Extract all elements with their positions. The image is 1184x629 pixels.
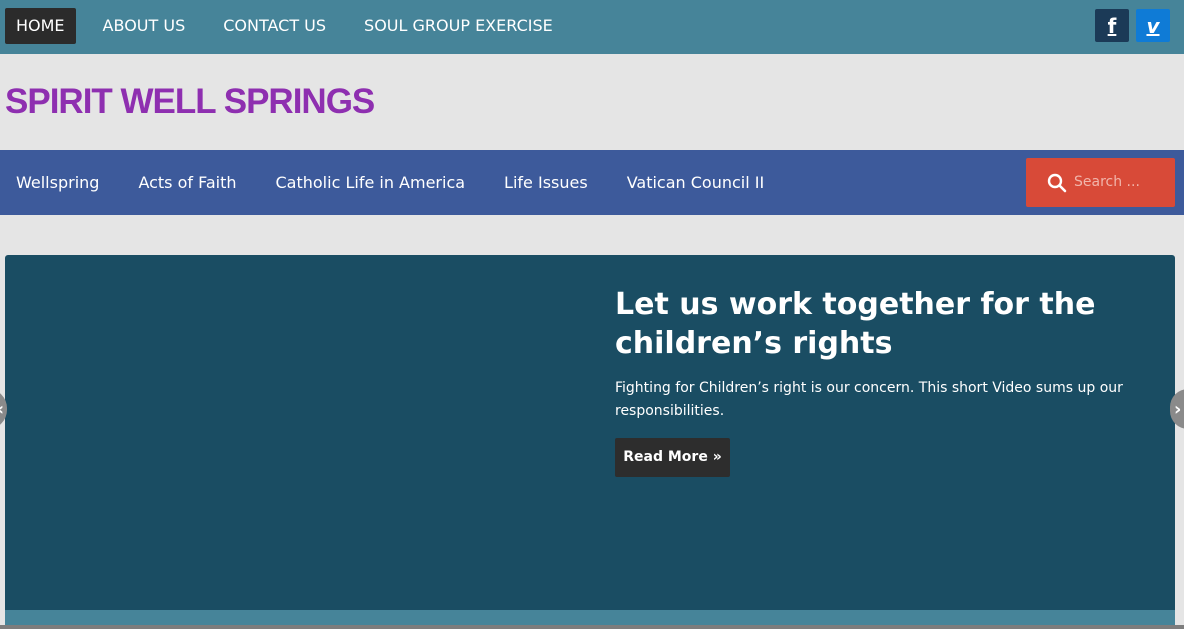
main-nav: Wellspring Acts of Faith Catholic Life i…: [0, 150, 1184, 215]
search-input[interactable]: [1074, 170, 1166, 194]
slide-title: Let us work together for the children’s …: [615, 287, 1096, 361]
search-box[interactable]: [1026, 158, 1175, 207]
top-nav: HOME ABOUT US CONTACT US SOUL GROUP EXER…: [5, 8, 580, 44]
main-nav-wellspring[interactable]: Wellspring: [0, 150, 115, 215]
page-bottom-edge: [0, 625, 1184, 629]
top-nav-home[interactable]: HOME: [5, 8, 76, 44]
site-header: SPIRIT WELL SPRINGS: [0, 54, 1184, 150]
top-nav-contact-us[interactable]: CONTACT US: [212, 8, 337, 44]
main-nav-vatican-council-ii[interactable]: Vatican Council II: [611, 150, 781, 215]
site-title[interactable]: SPIRIT WELL SPRINGS: [5, 82, 375, 122]
facebook-icon[interactable]: f: [1095, 9, 1129, 42]
vimeo-icon[interactable]: v: [1136, 9, 1170, 42]
top-nav-soul-group-exercise[interactable]: SOUL GROUP EXERCISE: [353, 8, 564, 44]
top-bar: HOME ABOUT US CONTACT US SOUL GROUP EXER…: [0, 0, 1184, 54]
read-more-button[interactable]: Read More »: [615, 438, 730, 477]
search-icon[interactable]: [1047, 173, 1067, 193]
top-nav-about-us[interactable]: ABOUT US: [92, 8, 197, 44]
featured-slider: Let us work together for the children’s …: [5, 255, 1175, 629]
main-nav-life-issues[interactable]: Life Issues: [488, 150, 604, 215]
main-nav-items: Wellspring Acts of Faith Catholic Life i…: [0, 150, 787, 215]
main-nav-acts-of-faith[interactable]: Acts of Faith: [122, 150, 252, 215]
main-nav-catholic-life-in-america[interactable]: Catholic Life in America: [260, 150, 482, 215]
video-embed[interactable]: [5, 255, 595, 610]
slide-content: Let us work together for the children’s …: [615, 285, 1135, 477]
slide-description: Fighting for Children’s right is our con…: [615, 380, 1123, 419]
